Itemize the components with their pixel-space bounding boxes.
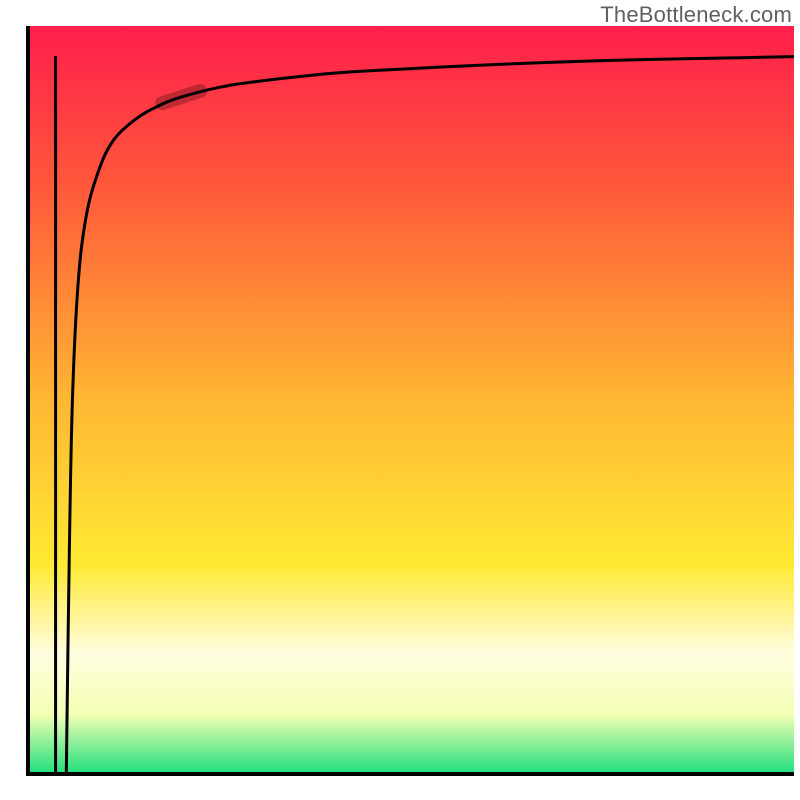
plot-background [28, 26, 794, 774]
chart-container: TheBottleneck.com [0, 0, 800, 800]
chart-svg [0, 0, 800, 800]
